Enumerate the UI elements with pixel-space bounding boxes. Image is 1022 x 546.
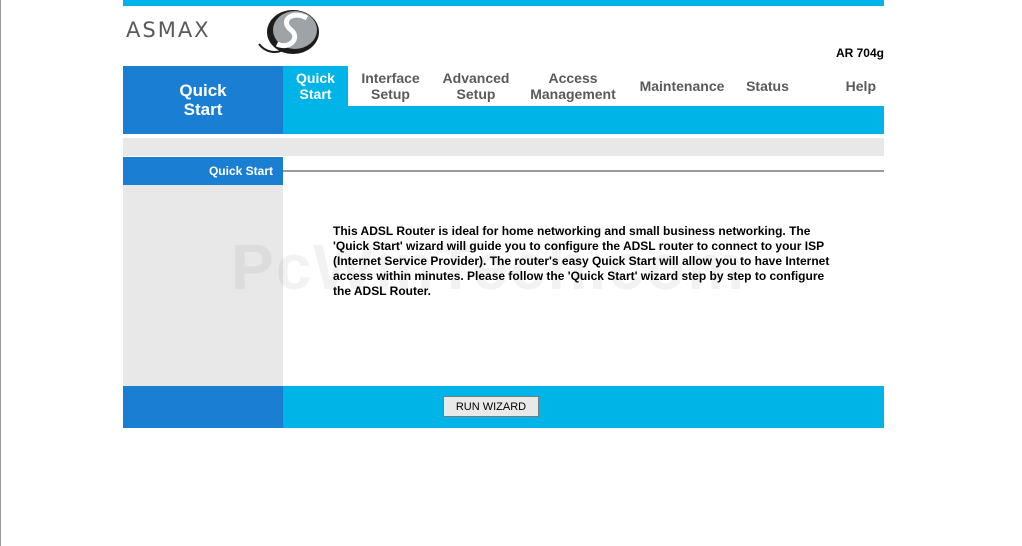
section-title: Quick Start: [123, 66, 283, 134]
tab-label: Advanced: [442, 70, 510, 86]
tab-maintenance[interactable]: Maintenance: [627, 66, 737, 106]
tab-label: Start: [299, 86, 332, 102]
tab-access-management[interactable]: Access Management: [519, 66, 627, 106]
tab-advanced-setup[interactable]: Advanced Setup: [433, 66, 519, 106]
tab-label: Help: [845, 78, 876, 94]
tab-label: Management: [530, 86, 616, 102]
tab-help[interactable]: Help: [798, 66, 884, 106]
section-title-line1: Quick: [179, 81, 227, 100]
tab-bar: Quick Start Interface Setup Advanced Setup …: [283, 66, 884, 106]
model-label: AR 704g: [835, 46, 884, 60]
section-title-line2: Start: [183, 100, 223, 119]
run-wizard-button[interactable]: RUN WIZARD: [443, 396, 539, 417]
tab-label: Maintenance: [639, 78, 725, 94]
tab-interface-setup[interactable]: Interface Setup: [348, 66, 433, 106]
brand-logo-text: ASMAX: [126, 18, 211, 42]
sub-nav-bar: [283, 106, 884, 134]
tab-label: Quick: [296, 70, 335, 86]
quick-start-description: This ADSL Router is ideal for home netwo…: [333, 224, 830, 298]
tab-status[interactable]: Status: [737, 66, 798, 106]
footer-left: [123, 386, 283, 428]
section-label: Quick Start: [123, 157, 283, 185]
tab-label: Setup: [456, 86, 496, 102]
tab-label: Interface: [361, 70, 420, 86]
brand-swirl-icon: [258, 10, 319, 54]
footer-bar: RUN WIZARD: [283, 386, 884, 428]
header: ASMAX AR 704g: [123, 6, 884, 66]
tab-label: Setup: [371, 86, 410, 102]
tab-label: Access: [548, 70, 598, 86]
divider-strip: [123, 138, 884, 156]
main-nav: Quick Start Interface Setup Advanced Setup …: [283, 66, 884, 134]
section-rule: [283, 170, 884, 172]
tab-label: Status: [746, 78, 789, 94]
tab-quick-start[interactable]: Quick Start: [283, 66, 348, 106]
